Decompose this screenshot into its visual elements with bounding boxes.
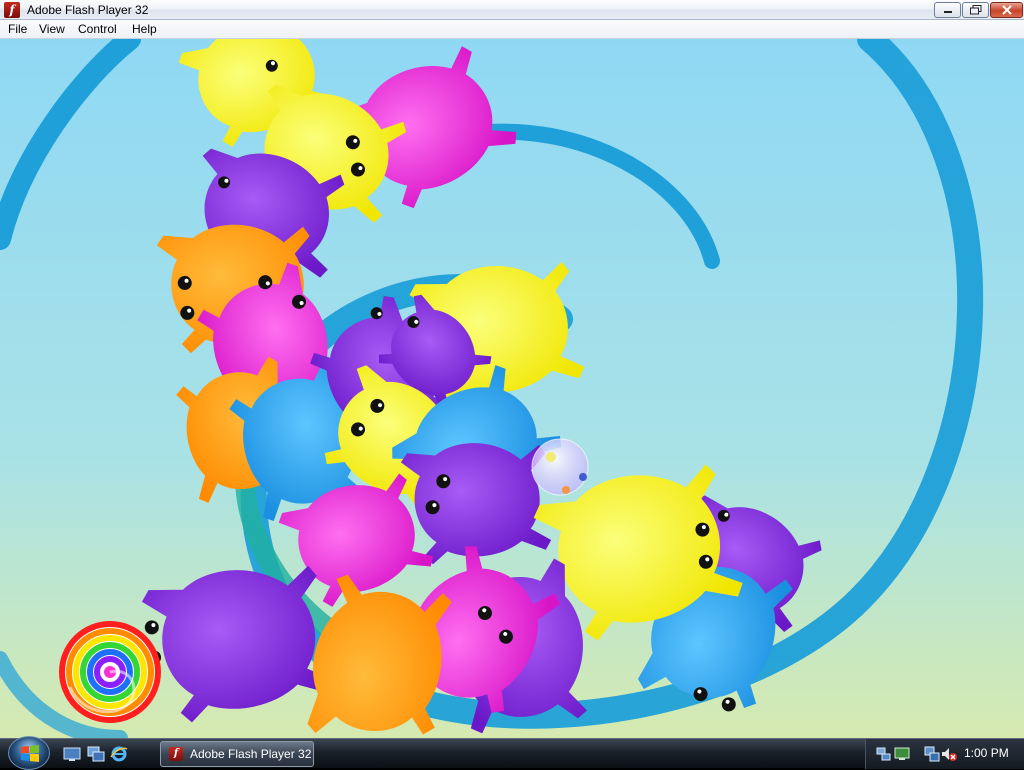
menu-view[interactable]: View — [35, 22, 69, 36]
switch-windows-icon[interactable] — [87, 745, 105, 763]
bubble[interactable] — [531, 438, 589, 496]
network-icon[interactable] — [876, 746, 892, 762]
close-button[interactable] — [990, 2, 1023, 18]
maximize-icon — [969, 5, 981, 15]
maximize-button[interactable] — [962, 2, 989, 18]
menu-help[interactable]: Help — [128, 22, 161, 36]
menu-file[interactable]: File — [4, 22, 31, 36]
flash-stage[interactable] — [0, 39, 1024, 738]
minimize-icon — [943, 11, 952, 13]
flash-icon: f — [169, 747, 183, 761]
minimize-button[interactable] — [934, 2, 961, 18]
flash-icon: f — [4, 2, 20, 18]
menu-control[interactable]: Control — [74, 22, 121, 36]
start-button[interactable] — [8, 736, 50, 770]
taskbar: f Adobe Flash Player 32 — [0, 736, 1024, 770]
menu-bar: File View Control Help — [0, 20, 1024, 39]
taskbar-button-flash-player[interactable]: f Adobe Flash Player 32 — [160, 741, 314, 767]
taskbar-button-label: Adobe Flash Player 32 — [190, 747, 312, 761]
show-desktop-icon[interactable] — [63, 745, 81, 763]
rainbow-swirl-ball[interactable] — [59, 621, 161, 723]
taskbar-clock[interactable]: 1:00 PM — [964, 746, 1009, 760]
display-icon[interactable] — [894, 746, 910, 762]
window-title: Adobe Flash Player 32 — [27, 3, 149, 17]
window-title-bar[interactable]: f Adobe Flash Player 32 — [0, 0, 1024, 20]
close-icon — [1001, 5, 1012, 15]
windows-logo-icon — [21, 745, 39, 762]
network-connection-icon[interactable] — [924, 746, 940, 762]
volume-muted-icon[interactable] — [941, 746, 957, 762]
internet-explorer-icon[interactable] — [110, 745, 128, 763]
